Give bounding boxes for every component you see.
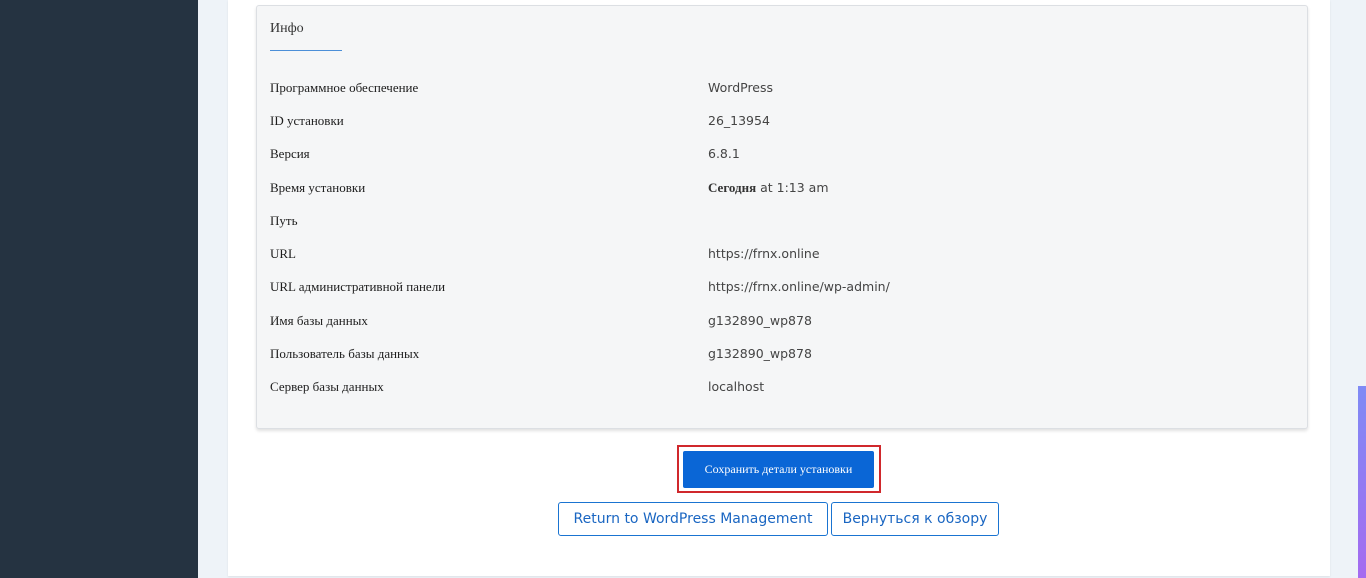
install-time: at 1:13 am (760, 180, 829, 195)
info-row-url: URL https://frnx.online (270, 246, 1290, 264)
info-value: Сегодня at 1:13 am (708, 180, 829, 196)
info-row-db-server: Сервер базы данных localhost (270, 379, 1290, 397)
info-label: Имя базы данных (270, 313, 368, 328)
scrollbar-thumb[interactable] (1358, 386, 1366, 578)
info-row-version: Версия 6.8.1 (270, 146, 1290, 164)
info-label: Пользователь базы данных (270, 346, 420, 361)
return-to-wordpress-management-button[interactable]: Return to WordPress Management (558, 502, 828, 536)
info-row-admin-url: URL административной панели https://frnx… (270, 279, 1290, 297)
sidebar (0, 0, 198, 578)
info-row-software: Программное обеспечение WordPress (270, 80, 1290, 98)
info-value: g132890_wp878 (708, 346, 812, 361)
info-label: Время установки (270, 180, 366, 195)
info-label: Программное обеспечение (270, 80, 419, 95)
info-value: 26_13954 (708, 113, 770, 128)
info-label: URL (270, 246, 296, 261)
info-row-path: Путь (270, 213, 1290, 231)
back-to-overview-button[interactable]: Вернуться к обзору (831, 502, 999, 536)
title-underline (270, 50, 342, 51)
info-value: localhost (708, 379, 765, 394)
info-label: Сервер базы данных (270, 379, 384, 394)
info-value: https://frnx.online/wp-admin/ (708, 279, 890, 294)
save-install-details-button[interactable]: Сохранить детали установки (683, 451, 874, 488)
info-value: https://frnx.online (708, 246, 820, 261)
info-value: g132890_wp878 (708, 313, 812, 328)
info-label: URL административной панели (270, 279, 446, 294)
info-row-install-time: Время установки Сегодня at 1:13 am (270, 180, 1290, 198)
info-value: WordPress (708, 80, 774, 95)
info-label: ID установки (270, 113, 344, 128)
info-row-db-user: Пользователь базы данных g132890_wp878 (270, 346, 1290, 364)
info-row-install-id: ID установки 26_13954 (270, 113, 1290, 131)
panel-title: Инфо (270, 21, 304, 36)
info-row-db-name: Имя базы данных g132890_wp878 (270, 313, 1290, 331)
info-value: 6.8.1 (708, 146, 740, 161)
install-day: Сегодня (708, 180, 757, 195)
info-panel: Инфо Программное обеспечение WordPress I… (256, 5, 1308, 429)
info-label: Версия (270, 146, 310, 161)
info-label: Путь (270, 213, 298, 228)
